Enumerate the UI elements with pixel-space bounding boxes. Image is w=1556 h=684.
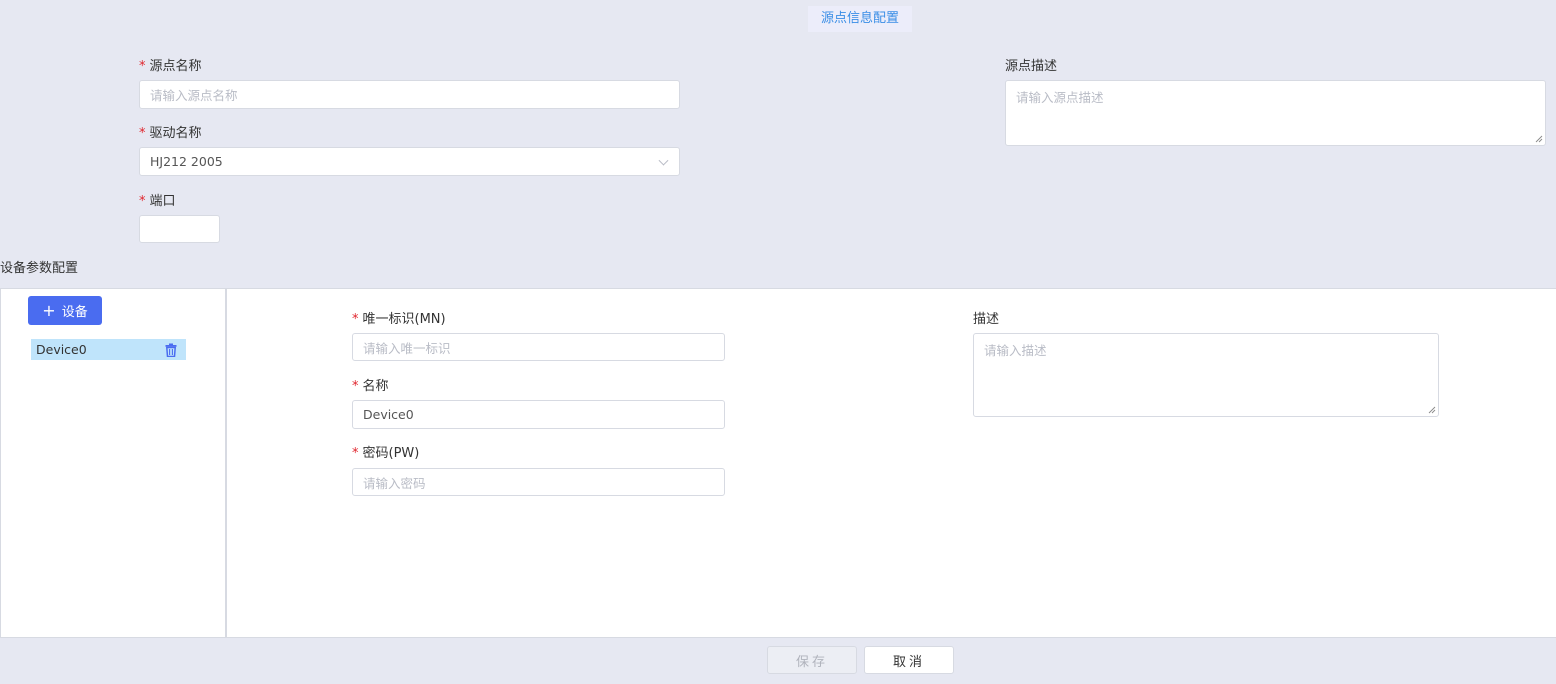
device-description-placeholder: 请输入描述 bbox=[984, 343, 1047, 358]
device-name-input[interactable]: Device0 bbox=[352, 400, 725, 429]
device-mn-label: * 唯一标识(MN) bbox=[352, 308, 446, 327]
device-description-label: 描述 bbox=[973, 312, 1000, 327]
required-marker: * bbox=[352, 312, 359, 327]
add-device-button-label: 设备 bbox=[61, 305, 88, 320]
required-marker: * bbox=[139, 126, 146, 141]
device-mn-label-text: 唯一标识(MN) bbox=[362, 312, 446, 327]
chevron-down-icon bbox=[658, 155, 669, 166]
device-list-item[interactable]: Device0 bbox=[31, 339, 186, 360]
driver-name-label: * 驱动名称 bbox=[139, 122, 202, 141]
panel-divider bbox=[225, 288, 227, 638]
source-name-input[interactable]: 请输入源点名称 bbox=[139, 80, 680, 109]
plus-icon: + bbox=[42, 300, 56, 320]
driver-name-label-text: 驱动名称 bbox=[149, 126, 202, 141]
port-label: * 端口 bbox=[139, 190, 176, 209]
driver-select[interactable]: HJ212 2005 bbox=[139, 147, 680, 176]
required-marker: * bbox=[139, 194, 146, 209]
resize-handle-icon[interactable] bbox=[1428, 406, 1436, 414]
device-password-label: * 密码(PW) bbox=[352, 442, 419, 461]
save-button[interactable]: 保存 bbox=[767, 646, 857, 674]
source-name-label-text: 源点名称 bbox=[149, 59, 202, 74]
device-name-label-text: 名称 bbox=[362, 379, 389, 394]
required-marker: * bbox=[352, 446, 359, 461]
required-marker: * bbox=[139, 59, 146, 74]
device-description-textarea[interactable]: 请输入描述 bbox=[973, 333, 1439, 417]
cancel-button[interactable]: 取消 bbox=[864, 646, 954, 674]
source-description-textarea[interactable]: 请输入源点描述 bbox=[1005, 80, 1546, 146]
source-name-label: * 源点名称 bbox=[139, 55, 202, 74]
device-password-input[interactable]: 请输入密码 bbox=[352, 468, 725, 496]
port-input[interactable] bbox=[139, 215, 220, 243]
required-marker: * bbox=[352, 379, 359, 394]
trash-icon[interactable] bbox=[165, 343, 177, 357]
device-password-label-text: 密码(PW) bbox=[362, 446, 420, 461]
device-name-label: * 名称 bbox=[352, 375, 389, 394]
page-title: 源点信息配置 bbox=[808, 6, 912, 32]
source-description-label: 源点描述 bbox=[1005, 59, 1058, 74]
port-label-text: 端口 bbox=[149, 194, 176, 209]
source-description-placeholder: 请输入源点描述 bbox=[1016, 90, 1104, 105]
device-list-item-label: Device0 bbox=[36, 342, 87, 357]
resize-handle-icon[interactable] bbox=[1535, 135, 1543, 143]
driver-select-value: HJ212 2005 bbox=[150, 154, 223, 169]
add-device-button[interactable]: + 设备 bbox=[28, 296, 102, 325]
device-section-title: 设备参数配置 bbox=[0, 261, 79, 276]
device-mn-input[interactable]: 请输入唯一标识 bbox=[352, 333, 725, 361]
